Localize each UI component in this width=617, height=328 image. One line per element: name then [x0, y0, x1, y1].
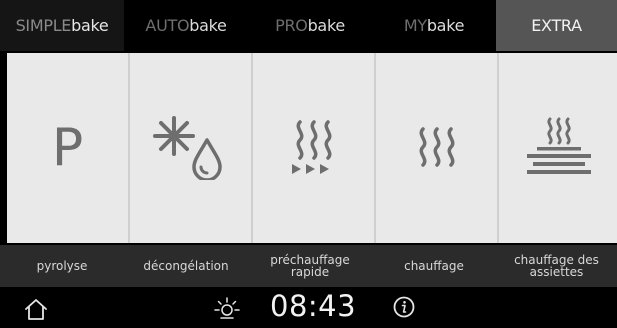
tab-prefix: SIMPLE — [15, 16, 72, 35]
label-defrost: décongélation — [124, 245, 248, 287]
tab-suffix: bake — [189, 16, 227, 35]
tile-plate-warming[interactable] — [499, 53, 617, 243]
tile-pyrolysis[interactable]: P — [7, 53, 128, 243]
defrost-icon — [152, 116, 222, 180]
label-line: rapide — [290, 265, 330, 279]
mode-tab-bar: SIMPLE bake AUTO bake PRO bake MY bake EXTRA — [0, 0, 617, 51]
plate-warming-icon — [527, 117, 591, 174]
heating-icon — [419, 127, 454, 167]
tab-suffix: bake — [426, 16, 465, 35]
pyrolysis-p-icon: P — [51, 118, 84, 178]
tab-probake[interactable]: PRO bake — [248, 0, 372, 51]
tab-prefix: AUTO — [145, 16, 190, 35]
clock-display[interactable]: 08:43 — [270, 289, 356, 323]
tab-label: EXTRA — [531, 16, 582, 35]
label-pyrolysis: pyrolyse — [0, 245, 124, 287]
tab-suffix: bake — [307, 16, 346, 35]
tab-prefix: MY — [403, 16, 427, 35]
home-icon[interactable] — [24, 298, 48, 320]
tab-suffix: bake — [71, 16, 109, 35]
tab-autobake[interactable]: AUTO bake — [124, 0, 248, 51]
tab-extra[interactable]: EXTRA — [496, 0, 617, 51]
tile-rapid-preheat[interactable] — [253, 53, 374, 243]
label-line: assiettes — [529, 265, 584, 279]
label-heating: chauffage — [372, 245, 496, 287]
oven-light-icon[interactable] — [212, 295, 242, 321]
label-rapid-preheat: préchauffage rapide — [248, 245, 372, 287]
info-icon[interactable] — [393, 296, 415, 318]
rapid-preheat-icon — [291, 120, 331, 174]
tab-simplebake[interactable]: SIMPLE bake — [0, 0, 124, 51]
label-line: chauffage — [404, 259, 464, 273]
label-line: pyrolyse — [36, 259, 88, 273]
tile-defrost[interactable] — [130, 53, 251, 243]
tab-prefix: PRO — [275, 16, 308, 35]
function-tiles: P — [7, 53, 617, 243]
tab-mybake[interactable]: MY bake — [372, 0, 496, 51]
tile-heating[interactable] — [376, 53, 497, 243]
label-line: décongélation — [143, 259, 229, 273]
label-plate-warming: chauffage des assiettes — [496, 245, 617, 287]
tile-labels: pyrolyse décongélation préchauffage rapi… — [0, 245, 617, 287]
status-bar: 08:43 — [0, 287, 617, 328]
